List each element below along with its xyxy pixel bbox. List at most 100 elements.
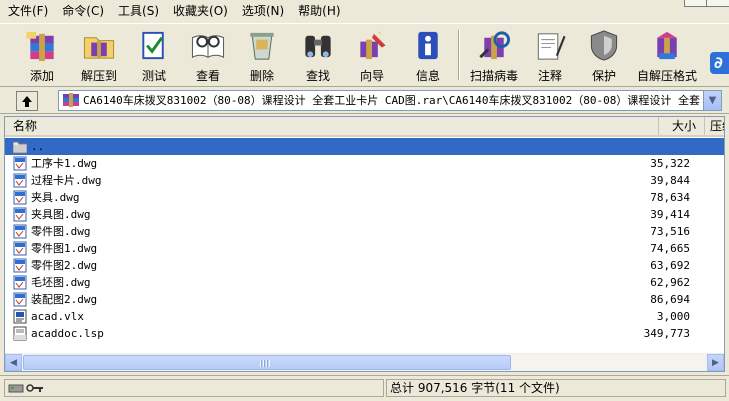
- file-size: 86,694: [650, 293, 690, 306]
- info-icon: [418, 31, 438, 60]
- scroll-thumb[interactable]: [23, 355, 511, 370]
- menu-commands[interactable]: 命令(C): [54, 0, 110, 22]
- virus-scan-icon: [479, 31, 511, 60]
- add-archive-icon: [26, 31, 54, 62]
- column-header: 名称 大小 压缩: [5, 117, 724, 137]
- file-name: 夹具图.dwg: [31, 208, 91, 221]
- dwg-file-icon: [13, 258, 27, 273]
- path-combobox[interactable]: CA6140车床拨叉831002（80-08）课程设计 全套工业卡片 CAD图.…: [58, 90, 722, 111]
- file-row[interactable]: 过程卡片.dwg 39,844: [5, 172, 724, 189]
- file-list: 名称 大小 压缩 .. 工序卡1.dwg 35,322 过程卡片.dwg 39,844 夹…: [4, 116, 725, 372]
- find-button[interactable]: 查找: [298, 26, 338, 84]
- add-button[interactable]: 添加: [22, 26, 62, 84]
- sfx-button[interactable]: 自解压格式: [636, 26, 698, 84]
- path-dropdown-button[interactable]: ▼: [703, 91, 721, 110]
- file-row[interactable]: 毛坯图.dwg 62,962: [5, 274, 724, 291]
- wizard-label: 向导: [359, 69, 384, 83]
- file-row[interactable]: 工序卡1.dwg 35,322: [5, 155, 724, 172]
- dwg-file-icon: [13, 207, 27, 222]
- drive-key-icon: [8, 384, 43, 393]
- up-folder-button[interactable]: [16, 91, 38, 111]
- status-left-pane: [4, 379, 384, 397]
- file-size: 39,844: [650, 174, 690, 187]
- info-button[interactable]: 信息: [408, 26, 448, 84]
- file-row[interactable]: acaddoc.lsp 349,773: [5, 325, 724, 342]
- scroll-left-button[interactable]: ◀: [5, 354, 22, 371]
- file-row[interactable]: 零件图1.dwg 74,665: [5, 240, 724, 257]
- toolbar: 添加 解压到 测试 查看 删除 查找 向导 信息 扫描病毒 注释 保护 自解压格…: [0, 23, 729, 87]
- find-label: 查找: [305, 69, 330, 83]
- column-size-header[interactable]: 大小: [659, 117, 705, 135]
- column-ratio-header[interactable]: 压缩: [706, 117, 724, 135]
- file-size: 62,962: [650, 276, 690, 289]
- file-size: 78,634: [650, 191, 690, 204]
- file-name: acad.vlx: [31, 310, 84, 323]
- binoculars-icon: [305, 35, 331, 58]
- file-name: 过程卡片.dwg: [31, 174, 102, 187]
- comment-button[interactable]: 注释: [530, 26, 570, 84]
- side-link-icon[interactable]: ∂: [710, 52, 729, 74]
- menu-tools[interactable]: 工具(S): [110, 0, 165, 22]
- dwg-file-icon: [13, 156, 27, 171]
- address-bar: CA6140车床拨叉831002（80-08）课程设计 全套工业卡片 CAD图.…: [0, 87, 729, 114]
- add-label: 添加: [29, 69, 54, 83]
- dwg-file-icon: [13, 190, 27, 205]
- file-name: acaddoc.lsp: [31, 327, 104, 340]
- menu-favorites[interactable]: 收藏夹(O): [165, 0, 234, 22]
- file-name: 装配图2.dwg: [31, 293, 98, 306]
- scroll-right-button[interactable]: ▶: [707, 354, 724, 371]
- file-row[interactable]: 夹具.dwg 78,634: [5, 189, 724, 206]
- archive-path: CA6140车床拨叉831002（80-08）课程设计 全套工业卡片 CAD图.…: [83, 94, 701, 107]
- horizontal-scrollbar[interactable]: ◀ ▶: [5, 353, 724, 371]
- chevron-down-icon: ▼: [708, 95, 717, 106]
- delete-button[interactable]: 删除: [242, 26, 282, 84]
- dwg-file-icon: [13, 275, 27, 290]
- extract-to-button[interactable]: 解压到: [78, 26, 120, 84]
- archive-icon: [63, 93, 79, 107]
- dwg-file-icon: [13, 241, 27, 256]
- menu-file[interactable]: 文件(F): [0, 0, 54, 22]
- file-name: 零件图2.dwg: [31, 259, 98, 272]
- view-button[interactable]: 查看: [188, 26, 228, 84]
- menu-options[interactable]: 选项(N): [234, 0, 290, 22]
- comment-icon: [537, 33, 566, 60]
- lsp-file-icon: [13, 326, 27, 341]
- file-size: 73,516: [650, 225, 690, 238]
- file-size: 63,692: [650, 259, 690, 272]
- delete-recycle-icon: [250, 32, 274, 60]
- dwg-file-icon: [13, 224, 27, 239]
- extract-folder-icon: [83, 37, 115, 59]
- file-rows: .. 工序卡1.dwg 35,322 过程卡片.dwg 39,844 夹具.dwg 78,6…: [5, 138, 724, 342]
- column-name-header[interactable]: 名称: [5, 117, 659, 135]
- file-name: 毛坯图.dwg: [31, 276, 91, 289]
- file-row[interactable]: acad.vlx 3,000: [5, 308, 724, 325]
- file-size: 39,414: [650, 208, 690, 221]
- vlx-file-icon: [13, 309, 27, 324]
- virus-scan-button[interactable]: 扫描病毒: [466, 26, 522, 84]
- file-name: 零件图.dwg: [31, 225, 91, 238]
- menu-help[interactable]: 帮助(H): [290, 0, 346, 22]
- file-row[interactable]: 零件图.dwg 73,516: [5, 223, 724, 240]
- virus-scan-label: 扫描病毒: [469, 69, 518, 83]
- status-summary: 总计 907,516 字节(11 个文件): [386, 379, 726, 397]
- info-label: 信息: [415, 69, 440, 83]
- delete-label: 删除: [249, 69, 274, 83]
- file-row[interactable]: 夹具图.dwg 39,414: [5, 206, 724, 223]
- parent-folder-row[interactable]: ..: [5, 138, 724, 155]
- file-row[interactable]: 装配图2.dwg 86,694: [5, 291, 724, 308]
- comment-label: 注释: [537, 69, 562, 83]
- window-control-fragment[interactable]: [706, 0, 729, 7]
- test-archive-icon: [142, 31, 164, 60]
- protect-button[interactable]: 保护: [584, 26, 624, 84]
- wizard-button[interactable]: 向导: [352, 26, 392, 84]
- test-button[interactable]: 测试: [134, 26, 174, 84]
- up-arrow-icon: [22, 96, 32, 107]
- file-row[interactable]: 零件图2.dwg 63,692: [5, 257, 724, 274]
- protect-label: 保护: [591, 69, 616, 83]
- shield-icon: [590, 30, 618, 61]
- file-name: ..: [31, 140, 45, 153]
- view-book-icon: [191, 35, 225, 58]
- extract-to-label: 解压到: [80, 69, 117, 83]
- window-control-fragment[interactable]: [684, 0, 708, 7]
- view-label: 查看: [195, 69, 220, 83]
